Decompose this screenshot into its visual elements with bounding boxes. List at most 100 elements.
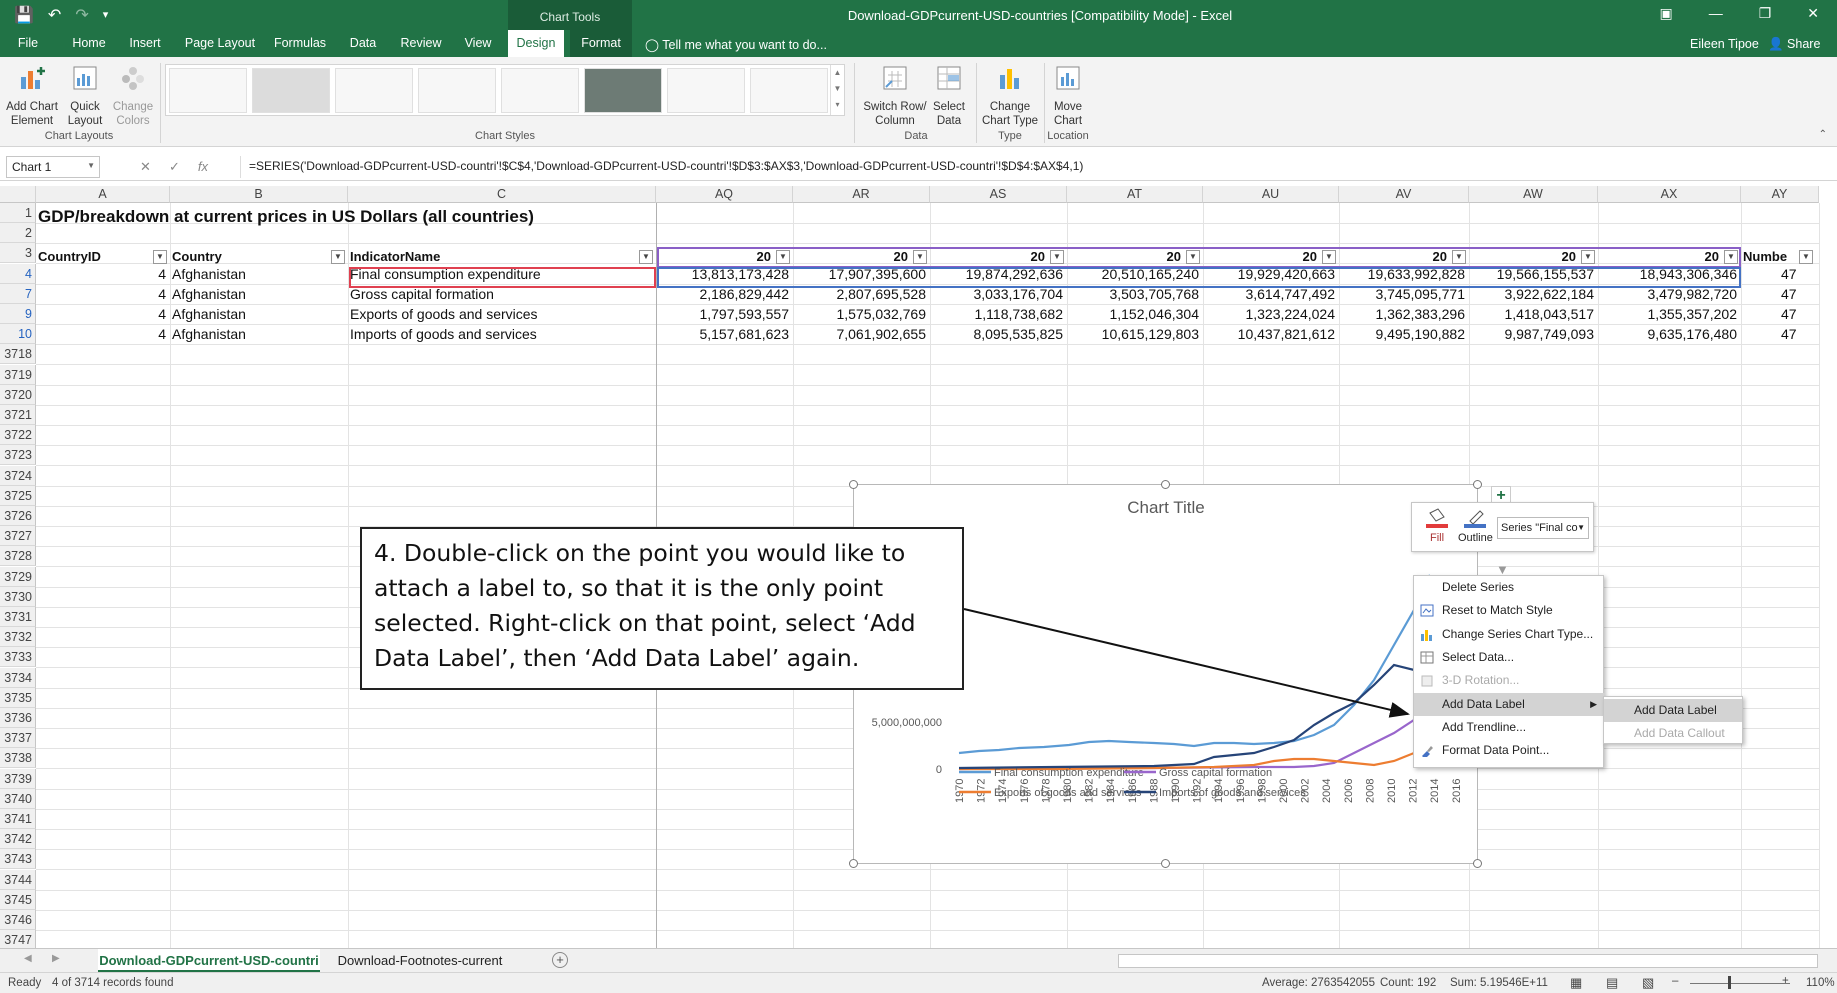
cell-country-id[interactable]: 4 (36, 324, 170, 344)
menu-change-series-chart-type[interactable]: Change Series Chart Type... (1414, 623, 1605, 646)
tab-data[interactable]: Data (340, 30, 386, 57)
add-chart-element-button[interactable]: Add Chart Element (4, 63, 60, 128)
chart-style-5[interactable] (501, 68, 579, 113)
cell-value[interactable]: 10,437,821,612 (1203, 324, 1339, 344)
sheet-scroll-right-icon[interactable]: ▶ (52, 953, 60, 964)
cell-indicator[interactable]: Final consumption expenditure (350, 264, 656, 284)
cell-country[interactable]: Afghanistan (172, 264, 348, 284)
filter-active-b[interactable]: ▼ (331, 250, 345, 264)
cell-value[interactable]: 1,118,738,682 (930, 304, 1067, 324)
row-header[interactable]: 9 (0, 304, 36, 324)
column-header-aw[interactable]: AW (1469, 186, 1598, 203)
cell-number[interactable]: 47 (1741, 324, 1819, 344)
cell-value[interactable]: 5,157,681,623 (656, 324, 793, 344)
row-header[interactable]: 3744 (0, 869, 36, 890)
resize-handle[interactable] (849, 859, 858, 868)
menu-delete-series[interactable]: Delete Series (1414, 576, 1605, 599)
row-header[interactable]: 3735 (0, 687, 36, 708)
column-header-av[interactable]: AV (1339, 186, 1469, 203)
sheet-scroll-left-icon[interactable]: ◀ (24, 953, 32, 964)
cell-value[interactable]: 8,095,535,825 (930, 324, 1067, 344)
menu-add-data-label[interactable]: Add Data Label ▶ (1414, 693, 1605, 716)
column-header-ay[interactable]: AY (1741, 186, 1819, 203)
cell-number[interactable]: 47 (1741, 264, 1819, 284)
row-header[interactable]: 3734 (0, 667, 36, 688)
cell-value[interactable]: 7,061,902,655 (793, 324, 930, 344)
row-header[interactable]: 3 (0, 243, 36, 264)
sheet-tab-footnotes[interactable]: Download-Footnotes-current (330, 949, 510, 972)
cell-value[interactable]: 17,907,395,600 (793, 264, 930, 284)
cell-value[interactable]: 19,874,292,636 (930, 264, 1067, 284)
quick-layout-button[interactable]: Quick Layout (62, 63, 108, 128)
column-header-b[interactable]: B (170, 186, 348, 203)
resize-handle[interactable] (1161, 480, 1170, 489)
cell-value[interactable]: 3,922,622,184 (1469, 284, 1598, 304)
share-button[interactable]: 👤 Share (1768, 37, 1820, 52)
chart-style-2[interactable] (252, 68, 330, 113)
row-header[interactable]: 7 (0, 283, 36, 304)
column-header-c[interactable]: C (348, 186, 656, 203)
switch-row-column-button[interactable]: Switch Row/ Column (862, 63, 928, 128)
tab-insert[interactable]: Insert (122, 30, 168, 57)
series-select[interactable]: Series "Final co ▼ (1497, 517, 1589, 539)
chart-style-4[interactable] (418, 68, 496, 113)
cell-value[interactable]: 19,929,420,663 (1203, 264, 1339, 284)
resize-handle[interactable] (1473, 480, 1482, 489)
row-header[interactable]: 3730 (0, 586, 36, 607)
chart-style-6[interactable] (584, 68, 662, 113)
row-header[interactable]: 3720 (0, 384, 36, 405)
cell-value[interactable]: 3,033,176,704 (930, 284, 1067, 304)
row-header[interactable]: 3737 (0, 728, 36, 749)
cell-indicator[interactable]: Gross capital formation (350, 284, 656, 304)
cell-value[interactable]: 10,615,129,803 (1067, 324, 1203, 344)
chart-style-3[interactable] (335, 68, 413, 113)
tab-view[interactable]: View (456, 30, 500, 57)
cell-value[interactable]: 9,635,176,480 (1598, 324, 1741, 344)
resize-handle[interactable] (849, 480, 858, 489)
column-header-au[interactable]: AU (1203, 186, 1339, 203)
cell-value[interactable]: 19,566,155,537 (1469, 264, 1598, 284)
cell-country-id[interactable]: 4 (36, 284, 170, 304)
collapse-ribbon-icon[interactable]: ⌃ (1819, 129, 1827, 140)
row-header[interactable]: 3736 (0, 708, 36, 728)
row-header[interactable]: 1 (0, 203, 36, 223)
page-layout-view-icon[interactable]: ▤ (1606, 975, 1618, 991)
row-header[interactable]: 3725 (0, 485, 36, 506)
filter-dropdown-a[interactable]: ▼ (153, 250, 167, 264)
submenu-add-data-label[interactable]: Add Data Label (1604, 699, 1742, 722)
column-header-as[interactable]: AS (930, 186, 1067, 203)
cell-number[interactable]: 47 (1741, 284, 1819, 304)
row-header[interactable]: 3738 (0, 748, 36, 769)
cell-value[interactable]: 1,797,593,557 (656, 304, 793, 324)
tab-design[interactable]: Design (508, 30, 564, 57)
cell-country-id[interactable]: 4 (36, 264, 170, 284)
column-header-aq[interactable]: AQ (656, 186, 793, 203)
tab-format[interactable]: Format (570, 30, 632, 57)
user-name[interactable]: Eileen Tipoe (1690, 37, 1759, 51)
row-header[interactable]: 3726 (0, 506, 36, 526)
chart-style-7[interactable] (667, 68, 745, 113)
cell-value[interactable]: 9,987,749,093 (1469, 324, 1598, 344)
page-break-view-icon[interactable]: ▧ (1642, 975, 1654, 991)
outline-button[interactable]: Outline (1458, 507, 1493, 544)
change-colors-button[interactable]: Change Colors (110, 63, 156, 128)
formula-input[interactable]: =SERIES('Download-GDPcurrent-USD-countri… (240, 156, 1830, 178)
cell-value[interactable]: 1,418,043,517 (1469, 304, 1598, 324)
cell-value[interactable]: 3,614,747,492 (1203, 284, 1339, 304)
cell-value[interactable]: 9,495,190,882 (1339, 324, 1469, 344)
tab-file[interactable]: File (8, 30, 48, 57)
cell-value[interactable]: 3,503,705,768 (1067, 284, 1203, 304)
cell-value[interactable]: 3,479,982,720 (1598, 284, 1741, 304)
cell-country[interactable]: Afghanistan (172, 304, 348, 324)
customize-qat-icon[interactable]: ▾ (103, 5, 109, 25)
normal-view-icon[interactable]: ▦ (1570, 975, 1582, 991)
zoom-level[interactable]: 110% (1806, 977, 1835, 989)
menu-3d-rotation[interactable]: 3-D Rotation... (1414, 669, 1605, 692)
menu-select-data[interactable]: Select Data... (1414, 646, 1605, 669)
zoom-slider[interactable] (1690, 983, 1790, 984)
row-header[interactable]: 3742 (0, 829, 36, 850)
row-header[interactable]: 10 (0, 324, 36, 345)
new-sheet-icon[interactable]: + (552, 952, 568, 968)
cell-value[interactable]: 20,510,165,240 (1067, 264, 1203, 284)
column-header-a[interactable]: A (36, 186, 170, 203)
